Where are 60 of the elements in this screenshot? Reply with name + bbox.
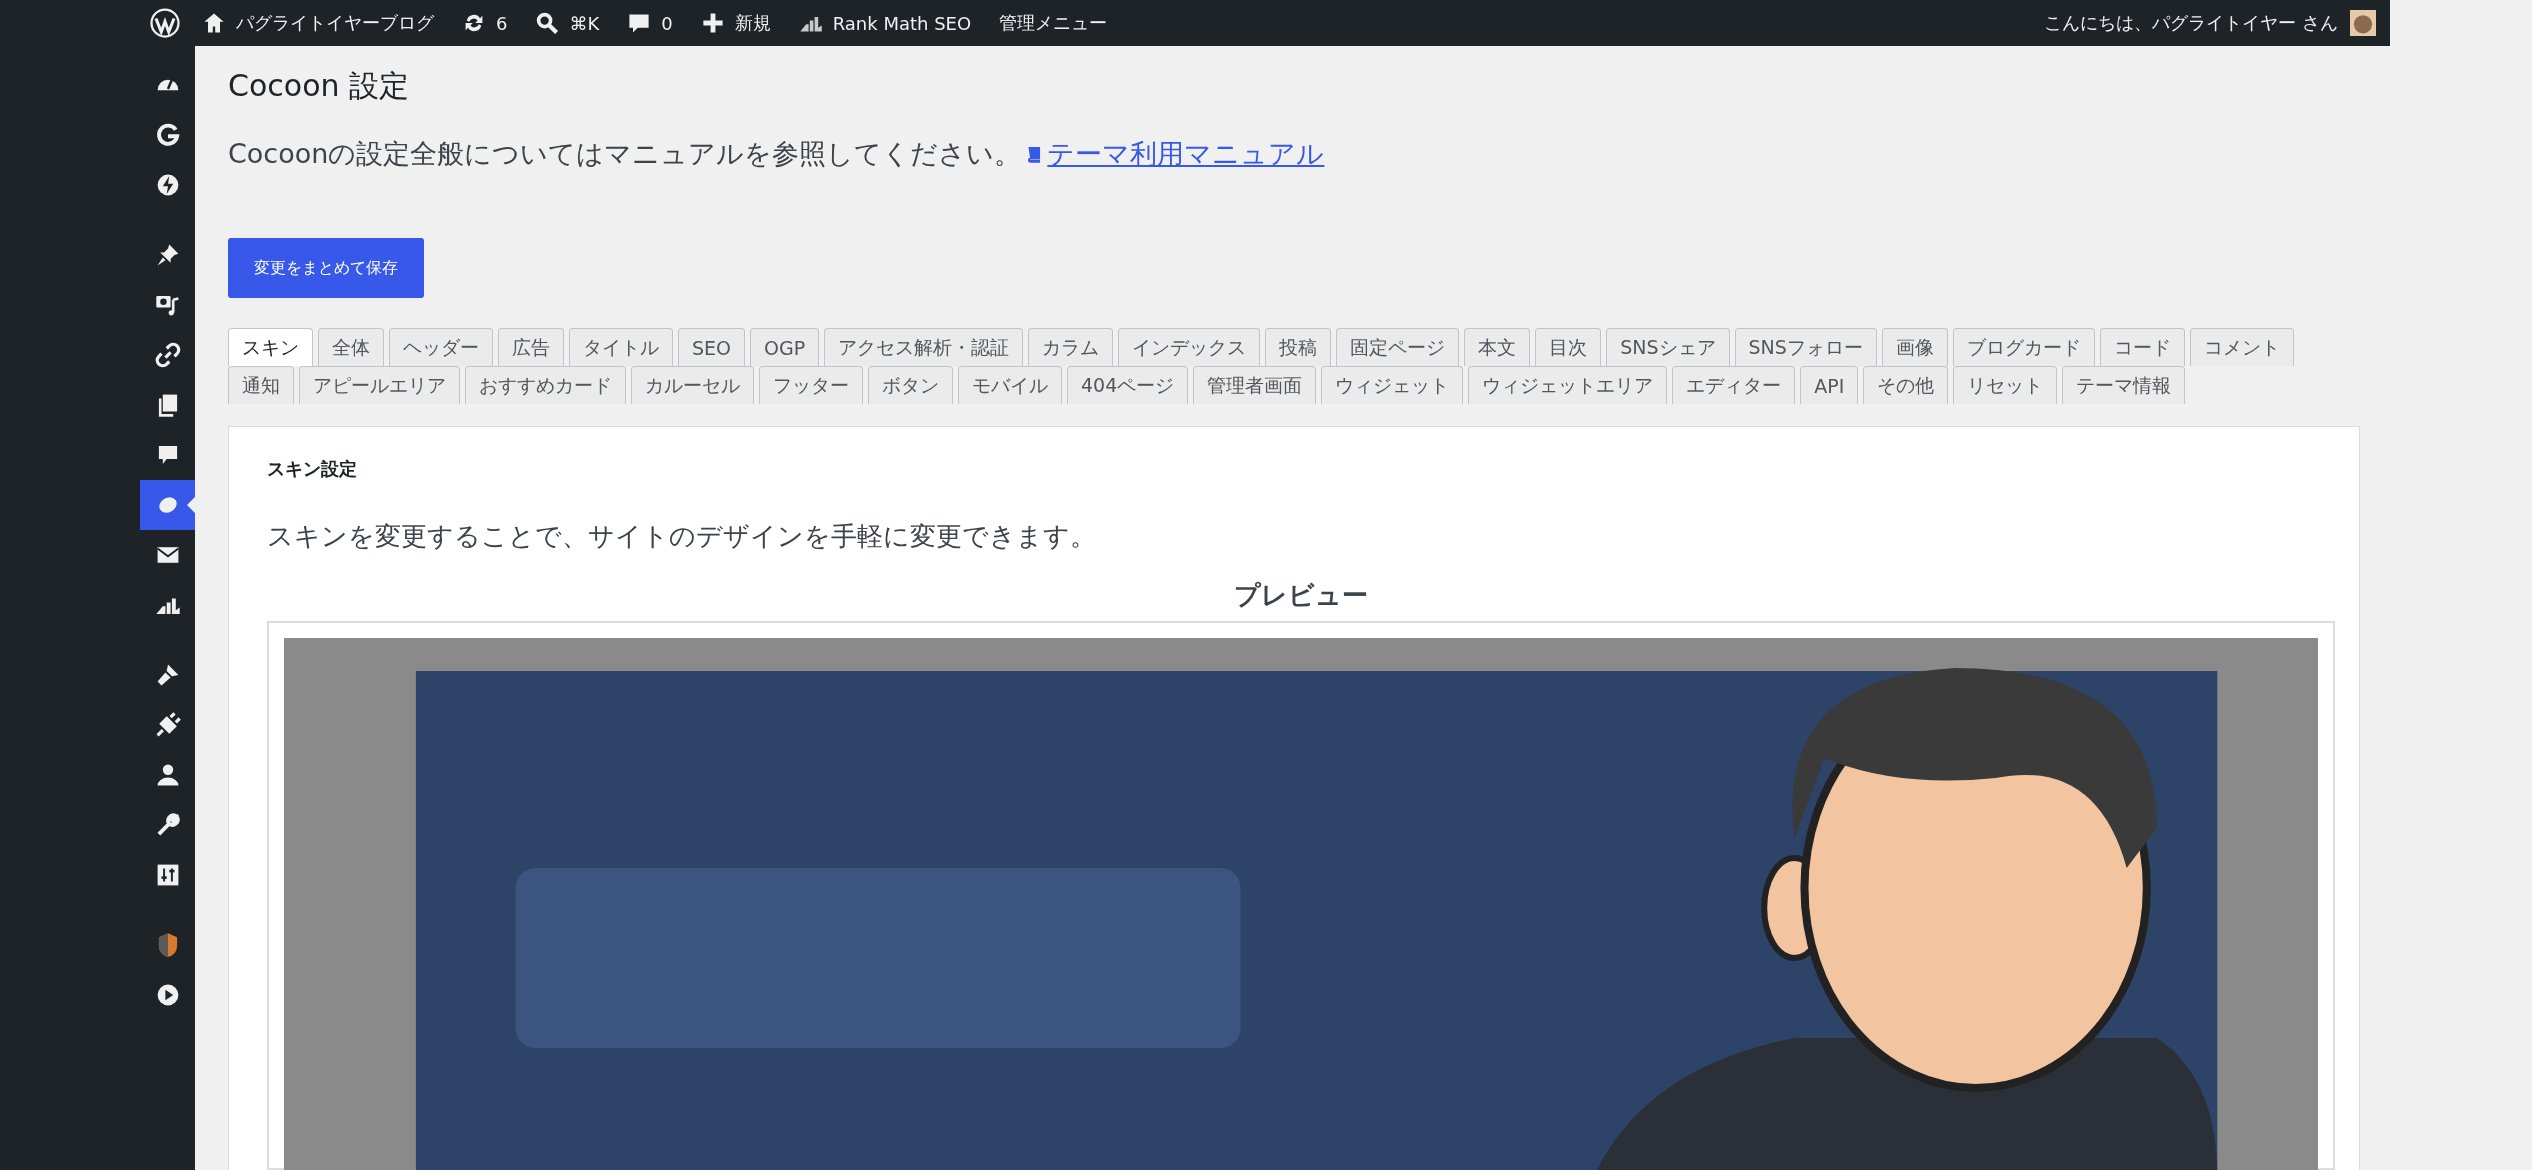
- manual-link[interactable]: テーマ利用マニュアル: [1047, 134, 1325, 174]
- greeting-link[interactable]: こんにちは、パグライトイヤー さん: [2044, 11, 2338, 35]
- admin-bar-link[interactable]: Rank Math SEO: [832, 12, 972, 34]
- home-icon[interactable]: [202, 11, 226, 35]
- settings-tab[interactable]: カルーセル: [631, 366, 754, 404]
- settings-tab[interactable]: 画像: [1881, 328, 1948, 366]
- settings-tab[interactable]: モバイル: [958, 366, 1062, 404]
- letter-g-icon: [154, 122, 181, 148]
- settings-tab[interactable]: インデックス: [1118, 328, 1261, 366]
- settings-tab[interactable]: 目次: [1535, 328, 1602, 366]
- save-button[interactable]: 変更をまとめて保存: [228, 238, 424, 298]
- settings-tab[interactable]: SNSシェア: [1606, 328, 1730, 366]
- settings-tab[interactable]: SNSフォロー: [1734, 328, 1877, 366]
- admin-bar-link[interactable]: ⌘K: [569, 12, 600, 34]
- settings-tab[interactable]: SEO: [678, 328, 746, 366]
- settings-tab[interactable]: OGP: [750, 328, 820, 366]
- settings-tab[interactable]: スキン: [228, 328, 313, 366]
- settings-tab[interactable]: アクセス解析・認証: [824, 328, 1024, 366]
- settings-tab[interactable]: 本文: [1464, 328, 1531, 366]
- settings-tab[interactable]: その他: [1863, 366, 1949, 404]
- settings-tab[interactable]: 404ページ: [1067, 366, 1189, 404]
- menu-pointer-icon: [187, 497, 195, 513]
- settings-tab[interactable]: エディター: [1672, 366, 1796, 404]
- admin-bar-link[interactable]: パグライトイヤーブログ: [236, 11, 434, 35]
- settings-tab[interactable]: 管理者画面: [1193, 366, 1317, 404]
- admin-bar-link[interactable]: 6: [496, 12, 508, 34]
- preview-label: プレビュー: [1233, 579, 1369, 612]
- admin-bar-link[interactable]: 管理メニュー: [999, 11, 1108, 35]
- avatar-icon[interactable]: [2350, 10, 2376, 36]
- settings-tab[interactable]: タイトル: [569, 328, 673, 366]
- page-title: Cocoon 設定: [228, 67, 411, 105]
- settings-tab[interactable]: おすすめカード: [465, 366, 626, 404]
- admin-bar-link[interactable]: 0: [661, 12, 673, 34]
- settings-tab[interactable]: API: [1800, 366, 1859, 404]
- settings-tab[interactable]: フッター: [759, 366, 863, 404]
- settings-tab[interactable]: コメント: [2189, 328, 2294, 366]
- settings-tab[interactable]: 全体: [318, 328, 384, 366]
- plus-icon[interactable]: [700, 11, 725, 35]
- admin-bar-link[interactable]: 新規: [734, 11, 771, 35]
- search-icon[interactable]: [535, 11, 560, 35]
- settings-tab[interactable]: 固定ページ: [1336, 328, 1460, 366]
- settings-tab[interactable]: ボタン: [868, 366, 953, 404]
- settings-tab[interactable]: ブログカード: [1952, 328, 2095, 366]
- settings-tab[interactable]: テーマ情報: [2062, 366, 2186, 404]
- plug-icon: [154, 712, 181, 738]
- section-description: スキンを変更することで、サイトのデザインを手軽に変更できます。: [267, 520, 1097, 553]
- section-heading: スキン設定: [267, 457, 358, 481]
- intro-text: Cocoonの設定全般についてはマニュアルを参照してください。: [228, 137, 1022, 171]
- link-icon: [154, 342, 181, 368]
- settings-tab[interactable]: 広告: [498, 328, 564, 366]
- settings-tab[interactable]: ウィジェット: [1321, 366, 1464, 404]
- settings-tab[interactable]: ヘッダー: [389, 328, 493, 366]
- settings-tab[interactable]: カラム: [1028, 328, 1114, 366]
- settings-tab[interactable]: 通知: [228, 366, 294, 404]
- settings-tab[interactable]: 投稿: [1265, 328, 1332, 366]
- wordpress-logo-icon[interactable]: [150, 8, 180, 38]
- settings-tab[interactable]: リセット: [1953, 366, 2058, 404]
- settings-tab[interactable]: コード: [2099, 328, 2185, 366]
- settings-tab[interactable]: アピールエリア: [299, 366, 460, 404]
- settings-tab[interactable]: ウィジェットエリア: [1468, 366, 1668, 404]
